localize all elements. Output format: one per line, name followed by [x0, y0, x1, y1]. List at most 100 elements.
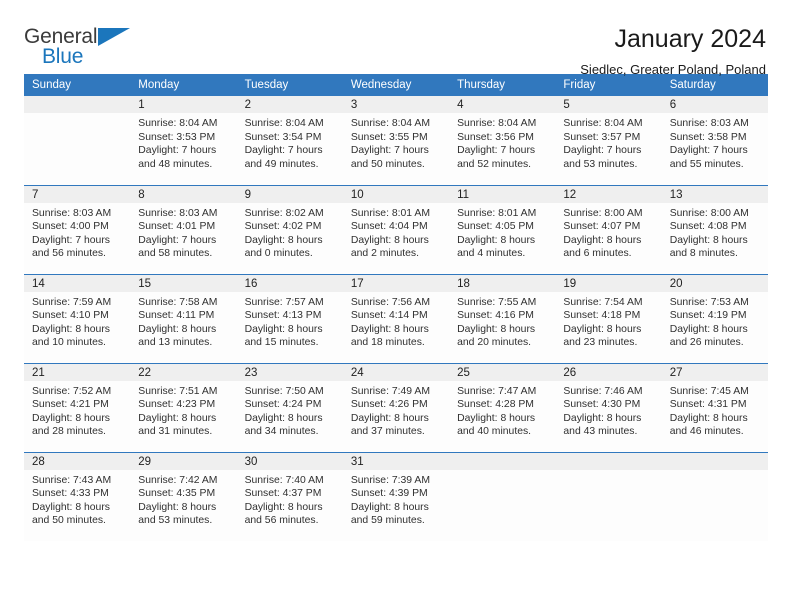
calendar-day-cell[interactable]: 16 Sunrise: 7:57 AM Sunset: 4:13 PM Dayligh…: [236, 273, 343, 363]
daylight-duration-line2: and 46 minutes.: [669, 426, 744, 438]
day-number: 19: [555, 274, 662, 292]
daylight-duration-line1: Daylight: 8 hours: [457, 323, 536, 335]
daylight-duration-line1: Daylight: 8 hours: [563, 234, 642, 246]
calendar-day-cell[interactable]: 25 Sunrise: 7:47 AM Sunset: 4:28 PM Dayligh…: [449, 362, 556, 452]
sunset-time: Sunset: 4:37 PM: [244, 488, 322, 500]
sunset-time: Sunset: 4:23 PM: [138, 399, 216, 411]
calendar-day-cell[interactable]: 7 Sunrise: 8:03 AM Sunset: 4:00 PM Daylight…: [24, 184, 131, 274]
sunset-time: Sunset: 3:54 PM: [244, 131, 322, 143]
daylight-duration-line1: Daylight: 8 hours: [669, 234, 748, 246]
sunrise-time: Sunrise: 8:00 AM: [669, 207, 749, 219]
calendar-day-cell[interactable]: 31 Sunrise: 7:39 AM Sunset: 4:39 PM Dayligh…: [342, 451, 450, 541]
day-number: 9: [236, 185, 343, 203]
daylight-duration-line1: Daylight: 8 hours: [138, 501, 217, 513]
daylight-duration-line2: and 6 minutes.: [563, 248, 632, 260]
day-details: Sunrise: 7:39 AM Sunset: 4:39 PM Daylight:…: [343, 470, 449, 528]
calendar-day-cell[interactable]: 4 Sunrise: 8:04 AM Sunset: 3:56 PM Daylight…: [449, 96, 556, 185]
daylight-duration-line1: Daylight: 8 hours: [244, 323, 323, 335]
calendar-day-cell[interactable]: 9 Sunrise: 8:02 AM Sunset: 4:02 PM Daylight…: [236, 184, 343, 274]
day-details: Sunrise: 8:04 AM Sunset: 3:53 PM Daylight:…: [130, 113, 236, 171]
sunset-time: Sunset: 4:26 PM: [350, 399, 428, 411]
sunrise-time: Sunrise: 7:58 AM: [138, 296, 218, 308]
calendar-day-cell[interactable]: 6 Sunrise: 8:03 AM Sunset: 3:58 PM Daylight…: [661, 96, 768, 185]
daylight-duration-line2: and 20 minutes.: [457, 337, 532, 349]
daylight-duration-line2: and 40 minutes.: [457, 426, 532, 438]
day-number: 28: [24, 452, 131, 470]
weekday-header-saturday: Saturday: [661, 74, 768, 96]
day-details: Sunrise: 8:03 AM Sunset: 3:58 PM Daylight:…: [662, 113, 768, 171]
calendar-day-cell[interactable]: 17 Sunrise: 7:56 AM Sunset: 4:14 PM Dayligh…: [342, 273, 450, 363]
day-number: 2: [236, 96, 343, 113]
sunrise-time: Sunrise: 8:04 AM: [138, 118, 218, 129]
sunset-time: Sunset: 4:00 PM: [32, 221, 109, 233]
day-details: Sunrise: 7:56 AM Sunset: 4:14 PM Daylight:…: [343, 292, 449, 350]
sunrise-time: Sunrise: 7:42 AM: [138, 474, 218, 486]
calendar-week-row: 21 Sunrise: 7:52 AM Sunset: 4:21 PM Dayligh…: [24, 362, 768, 452]
sunset-time: Sunset: 3:55 PM: [350, 131, 428, 143]
calendar-day-cell[interactable]: 30 Sunrise: 7:40 AM Sunset: 4:37 PM Dayligh…: [236, 451, 343, 541]
calendar-day-cell[interactable]: 15 Sunrise: 7:58 AM Sunset: 4:11 PM Dayligh…: [130, 273, 237, 363]
general-blue-logo[interactable]: General Blue: [24, 26, 134, 72]
daylight-duration-line2: and 52 minutes.: [457, 158, 532, 170]
calendar-day-cell-empty: [24, 96, 131, 185]
calendar-day-cell[interactable]: 13 Sunrise: 8:00 AM Sunset: 4:08 PM Dayligh…: [661, 184, 768, 274]
daylight-duration-line2: and 53 minutes.: [563, 158, 638, 170]
sunrise-time: Sunrise: 7:52 AM: [32, 385, 112, 397]
calendar-day-cell[interactable]: 12 Sunrise: 8:00 AM Sunset: 4:07 PM Dayligh…: [555, 184, 662, 274]
calendar-day-cell[interactable]: 11 Sunrise: 8:01 AM Sunset: 4:05 PM Dayligh…: [449, 184, 556, 274]
daylight-duration-line2: and 0 minutes.: [244, 248, 313, 260]
sunset-time: Sunset: 4:10 PM: [32, 310, 109, 322]
day-number: 30: [236, 452, 343, 470]
daylight-duration-line1: Daylight: 8 hours: [32, 501, 110, 513]
sunrise-time: Sunrise: 7:46 AM: [563, 385, 643, 397]
calendar-day-cell[interactable]: 22 Sunrise: 7:51 AM Sunset: 4:23 PM Dayligh…: [130, 362, 237, 452]
calendar-day-cell[interactable]: 23 Sunrise: 7:50 AM Sunset: 4:24 PM Dayligh…: [236, 362, 343, 452]
day-details: Sunrise: 8:04 AM Sunset: 3:54 PM Daylight:…: [237, 113, 343, 171]
day-number: [24, 96, 131, 113]
day-number: 7: [24, 185, 131, 203]
calendar-day-cell[interactable]: 19 Sunrise: 7:54 AM Sunset: 4:18 PM Dayligh…: [555, 273, 662, 363]
title-block: January 2024 Siedlec, Greater Poland, Po…: [580, 25, 768, 77]
daylight-duration-line2: and 56 minutes.: [244, 515, 319, 527]
daylight-duration-line1: Daylight: 8 hours: [244, 234, 323, 246]
calendar-week-row: 28 Sunrise: 7:43 AM Sunset: 4:33 PM Dayligh…: [24, 451, 768, 541]
day-number: 17: [342, 274, 450, 292]
day-number: 18: [449, 274, 556, 292]
calendar-day-cell[interactable]: 8 Sunrise: 8:03 AM Sunset: 4:01 PM Daylight…: [130, 184, 237, 274]
sunset-time: Sunset: 4:14 PM: [350, 310, 428, 322]
sunrise-time: Sunrise: 8:04 AM: [563, 118, 643, 129]
calendar-day-cell[interactable]: 29 Sunrise: 7:42 AM Sunset: 4:35 PM Dayligh…: [130, 451, 237, 541]
calendar-day-cell[interactable]: 2 Sunrise: 8:04 AM Sunset: 3:54 PM Daylight…: [236, 96, 343, 185]
sunset-time: Sunset: 4:16 PM: [457, 310, 534, 322]
day-number: 20: [661, 274, 768, 292]
calendar-day-cell[interactable]: 27 Sunrise: 7:45 AM Sunset: 4:31 PM Dayligh…: [661, 362, 768, 452]
sunset-time: Sunset: 4:07 PM: [563, 221, 641, 233]
sunrise-time: Sunrise: 7:55 AM: [457, 296, 537, 308]
sunrise-time: Sunrise: 7:43 AM: [32, 474, 112, 486]
day-details: Sunrise: 8:03 AM Sunset: 4:01 PM Daylight:…: [130, 203, 236, 261]
sunrise-time: Sunrise: 7:50 AM: [244, 385, 324, 397]
sunrise-time: Sunrise: 7:40 AM: [244, 474, 324, 486]
sunset-time: Sunset: 4:02 PM: [244, 221, 322, 233]
calendar-day-cell[interactable]: 21 Sunrise: 7:52 AM Sunset: 4:21 PM Dayligh…: [24, 362, 131, 452]
daylight-duration-line1: Daylight: 7 hours: [244, 145, 323, 157]
sunset-time: Sunset: 4:01 PM: [138, 221, 216, 233]
calendar-day-cell[interactable]: 14 Sunrise: 7:59 AM Sunset: 4:10 PM Dayligh…: [24, 273, 131, 363]
calendar-day-cell[interactable]: 18 Sunrise: 7:55 AM Sunset: 4:16 PM Dayligh…: [449, 273, 556, 363]
calendar-day-cell[interactable]: 20 Sunrise: 7:53 AM Sunset: 4:19 PM Dayligh…: [661, 273, 768, 363]
day-number: 23: [236, 363, 343, 381]
calendar-day-cell[interactable]: 28 Sunrise: 7:43 AM Sunset: 4:33 PM Dayligh…: [24, 451, 131, 541]
sunset-time: Sunset: 4:11 PM: [138, 310, 215, 322]
calendar-day-cell[interactable]: 24 Sunrise: 7:49 AM Sunset: 4:26 PM Dayligh…: [342, 362, 450, 452]
calendar-day-cell[interactable]: 5 Sunrise: 8:04 AM Sunset: 3:57 PM Daylight…: [555, 96, 662, 185]
day-details: Sunrise: 8:02 AM Sunset: 4:02 PM Daylight:…: [237, 203, 343, 261]
page-subtitle: Siedlec, Greater Poland, Poland: [580, 61, 766, 77]
day-details: Sunrise: 7:43 AM Sunset: 4:33 PM Daylight:…: [24, 470, 130, 528]
sunrise-time: Sunrise: 8:03 AM: [138, 207, 218, 219]
calendar-day-cell[interactable]: 3 Sunrise: 8:04 AM Sunset: 3:55 PM Daylight…: [342, 96, 450, 185]
day-number: 25: [449, 363, 556, 381]
calendar-day-cell[interactable]: 26 Sunrise: 7:46 AM Sunset: 4:30 PM Dayligh…: [555, 362, 662, 452]
calendar-day-cell[interactable]: 1 Sunrise: 8:04 AM Sunset: 3:53 PM Daylight…: [130, 96, 237, 185]
calendar-day-cell[interactable]: 10 Sunrise: 8:01 AM Sunset: 4:04 PM Dayligh…: [342, 184, 450, 274]
sunrise-time: Sunrise: 7:45 AM: [669, 385, 749, 397]
